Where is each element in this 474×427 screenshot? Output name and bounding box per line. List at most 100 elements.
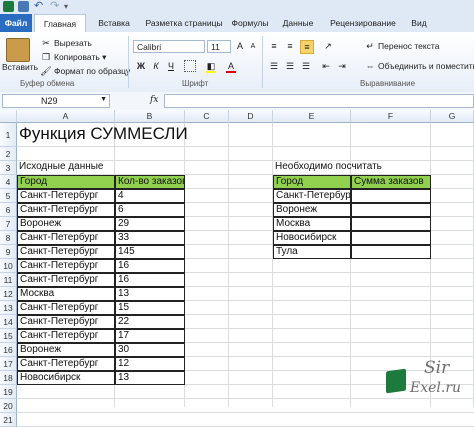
source-orders-cell[interactable]: 33 [115,231,185,245]
chevron-down-icon[interactable]: ▼ [100,96,107,103]
target-sum-cell[interactable] [351,189,431,203]
target-header-cell[interactable]: Сумма заказов [351,175,431,189]
source-city-cell[interactable]: Санкт-Петербург [17,301,115,315]
italic-button[interactable]: К [150,60,162,72]
source-orders-cell[interactable]: 22 [115,315,185,329]
align-right-icon[interactable]: ☰ [300,60,312,72]
orientation-icon[interactable]: ↗ [322,40,334,52]
cut-icon[interactable]: ✂ [40,37,52,49]
source-orders-cell[interactable]: 16 [115,259,185,273]
source-data-label[interactable]: Исходные данные [17,161,185,175]
source-orders-cell[interactable]: 4 [115,189,185,203]
bold-button[interactable]: Ж [135,60,147,72]
row-header-14[interactable]: 14 [0,315,17,329]
source-orders-cell[interactable]: 13 [115,287,185,301]
row-header-13[interactable]: 13 [0,301,17,315]
source-orders-cell[interactable]: 16 [115,273,185,287]
align-bottom-icon[interactable]: ≡ [300,40,314,54]
column-header-a[interactable]: A [17,110,115,123]
target-sum-cell[interactable] [351,217,431,231]
align-left-icon[interactable]: ☰ [268,60,280,72]
target-city-cell[interactable]: Новосибирск [273,231,351,245]
target-sum-cell[interactable] [351,203,431,217]
row-header-12[interactable]: 12 [0,287,17,301]
redo-icon[interactable]: ↷ [50,1,61,12]
undo-icon[interactable]: ↶ [34,1,45,12]
target-sum-cell[interactable] [351,245,431,259]
merge-center-icon[interactable]: ⇔ [364,60,376,72]
font-name-select[interactable]: Calibri [133,40,205,53]
target-city-cell[interactable]: Москва [273,217,351,231]
fx-icon[interactable]: fx [150,95,158,105]
target-city-cell[interactable]: Воронеж [273,203,351,217]
source-orders-cell[interactable]: 145 [115,245,185,259]
row-header-11[interactable]: 11 [0,273,17,287]
merge-center-button[interactable]: Объединить и поместить [378,61,474,71]
source-orders-cell[interactable]: 6 [115,203,185,217]
source-city-cell[interactable]: Санкт-Петербург [17,189,115,203]
align-middle-icon[interactable]: ≡ [284,40,296,52]
row-header-20[interactable]: 20 [0,399,17,413]
source-header-cell[interactable]: Город [17,175,115,189]
source-city-cell[interactable]: Воронеж [17,217,115,231]
tab-page-layout[interactable]: Разметка страницы [141,14,227,32]
copy-button[interactable]: Копировать ▾ [54,52,106,63]
row-header-2[interactable]: 2 [0,147,17,161]
target-sum-cell[interactable] [351,231,431,245]
format-painter-button[interactable]: Формат по образцу [54,66,130,76]
source-city-cell[interactable]: Новосибирск [17,371,115,385]
row-header-9[interactable]: 9 [0,245,17,259]
format-painter-icon[interactable]: 🖌 [40,65,52,77]
sheet-title[interactable]: Функция СУММЕСЛИ [17,123,273,147]
source-city-cell[interactable]: Воронеж [17,343,115,357]
row-header-19[interactable]: 19 [0,385,17,399]
tab-data[interactable]: Данные [280,14,316,32]
font-size-select[interactable]: 11 [207,40,231,53]
target-header-cell[interactable]: Город [273,175,351,189]
row-header-1[interactable]: 1 [0,123,17,147]
paste-button[interactable]: Вставить [2,62,38,72]
column-header-g[interactable]: G [431,110,474,123]
source-orders-cell[interactable]: 12 [115,357,185,371]
tab-home[interactable]: Главная [34,14,86,34]
decrease-indent-icon[interactable]: ⇤ [320,60,332,72]
row-header-5[interactable]: 5 [0,189,17,203]
column-header-b[interactable]: B [115,110,185,123]
row-header-18[interactable]: 18 [0,371,17,385]
copy-icon[interactable]: ❐ [40,51,52,63]
align-top-icon[interactable]: ≡ [268,40,280,52]
select-all-corner[interactable] [0,110,17,123]
source-orders-cell[interactable]: 13 [115,371,185,385]
borders-icon[interactable] [184,60,196,72]
target-city-cell[interactable]: Тула [273,245,351,259]
wrap-text-button[interactable]: Перенос текста [378,41,439,51]
source-orders-cell[interactable]: 30 [115,343,185,357]
row-header-4[interactable]: 4 [0,175,17,189]
row-header-16[interactable]: 16 [0,343,17,357]
paste-icon[interactable] [6,38,30,62]
tab-insert[interactable]: Вставка [92,14,136,32]
row-header-3[interactable]: 3 [0,161,17,175]
source-orders-cell[interactable]: 29 [115,217,185,231]
cut-button[interactable]: Вырезать [54,38,92,48]
source-city-cell[interactable]: Санкт-Петербург [17,329,115,343]
source-city-cell[interactable]: Санкт-Петербург [17,231,115,245]
column-header-e[interactable]: E [273,110,351,123]
grow-font-icon[interactable]: A [234,40,246,52]
column-header-c[interactable]: C [185,110,229,123]
target-city-cell[interactable]: Санкт-Петербург [273,189,351,203]
source-city-cell[interactable]: Санкт-Петербург [17,357,115,371]
source-city-cell[interactable]: Санкт-Петербург [17,203,115,217]
row-header-15[interactable]: 15 [0,329,17,343]
underline-button[interactable]: Ч [165,60,177,72]
row-header-6[interactable]: 6 [0,203,17,217]
source-city-cell[interactable]: Санкт-Петербург [17,245,115,259]
name-box[interactable]: N29 ▼ [2,94,110,108]
wrap-text-icon[interactable]: ↵ [364,40,376,52]
row-header-17[interactable]: 17 [0,357,17,371]
source-header-cell[interactable]: Кол-во заказов [115,175,185,189]
align-center-icon[interactable]: ☰ [284,60,296,72]
excel-app-icon[interactable] [3,1,14,12]
row-header-21[interactable]: 21 [0,413,17,427]
source-city-cell[interactable]: Санкт-Петербург [17,315,115,329]
